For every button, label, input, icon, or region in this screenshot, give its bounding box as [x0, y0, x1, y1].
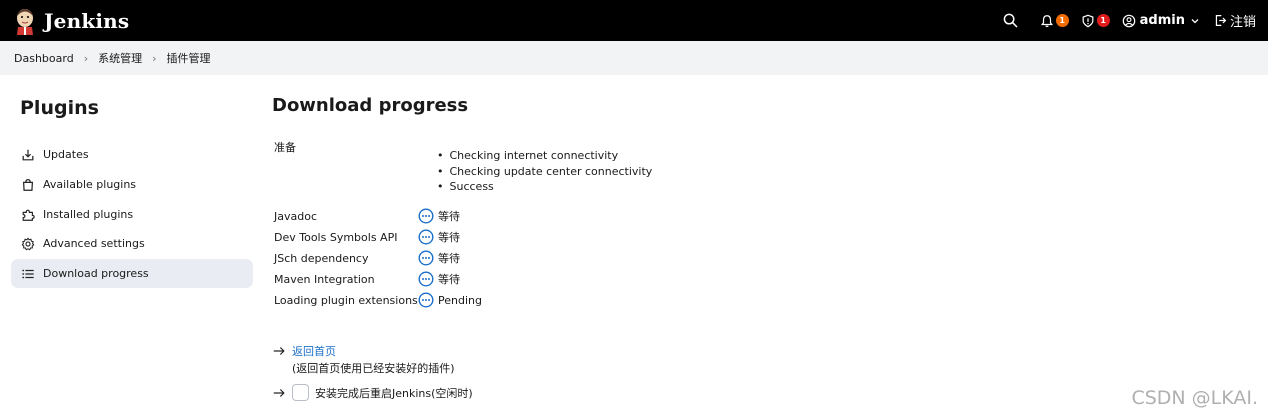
- search-icon: [1003, 13, 1017, 28]
- pending-icon: [418, 250, 434, 266]
- breadcrumb-plugin-management[interactable]: 插件管理: [167, 50, 211, 66]
- shield-icon: [1082, 14, 1094, 27]
- header-actions: 1 1 admin 注销: [989, 0, 1256, 41]
- sidebar-item-installed-plugins[interactable]: Installed plugins: [11, 200, 253, 229]
- plugin-name: Dev Tools Symbols API: [274, 230, 398, 244]
- pending-icon: [418, 271, 434, 287]
- breadcrumb-separator-icon: ›: [83, 51, 89, 65]
- chevron-down-icon: [1191, 18, 1199, 23]
- pending-icon: [418, 292, 434, 308]
- sidebar-item-updates[interactable]: Updates: [11, 140, 253, 169]
- plugin-status: 等待: [438, 273, 460, 286]
- user-name: admin: [1139, 13, 1185, 28]
- logout-button[interactable]: 注销: [1214, 11, 1256, 30]
- plugin-name: JSch dependency: [274, 251, 369, 265]
- plugin-status: Pending: [438, 293, 482, 307]
- plugin-row: Loading plugin extensions Pending: [274, 291, 482, 309]
- restart-row: 安装完成后重启Jenkins(空闲时): [272, 384, 473, 401]
- plugin-row: Maven Integration 等待: [274, 270, 460, 288]
- restart-checkbox-label[interactable]: 安装完成后重启Jenkins(空闲时): [315, 385, 473, 401]
- sidebar-item-label: Download progress: [43, 267, 149, 280]
- list-item: Checking internet connectivity: [437, 148, 652, 164]
- brand-name: Jenkins: [44, 8, 130, 33]
- logout-icon: [1215, 15, 1227, 26]
- user-icon: [1122, 14, 1135, 27]
- prepare-label: 准备: [274, 141, 296, 154]
- plugin-name: Loading plugin extensions: [274, 293, 418, 307]
- list-icon: [22, 269, 34, 278]
- sidebar-item-label: Installed plugins: [43, 208, 134, 221]
- breadcrumb-system-management[interactable]: 系统管理: [98, 50, 142, 66]
- bell-icon: [1040, 14, 1053, 27]
- brand[interactable]: Jenkins: [14, 7, 129, 35]
- plugin-row: Javadoc 等待: [274, 207, 460, 225]
- breadcrumb: Dashboard › 系统管理 › 插件管理: [0, 41, 1268, 75]
- arrow-right-icon: [273, 388, 285, 397]
- notifications-badge: 1: [1055, 14, 1069, 27]
- plugin-row: JSch dependency 等待: [274, 249, 460, 267]
- sidebar-item-label: Available plugins: [43, 178, 137, 191]
- user-menu[interactable]: admin: [1122, 13, 1200, 28]
- search-button[interactable]: [1003, 13, 1018, 28]
- plugin-status: 等待: [438, 210, 460, 223]
- sidebar-item-label: Advanced settings: [43, 237, 145, 250]
- restart-checkbox[interactable]: [292, 384, 309, 401]
- list-item: Checking update center connectivity: [437, 164, 653, 180]
- security-button[interactable]: 1: [1081, 14, 1110, 28]
- connectivity-check-list: Checking internet connectivity Checking …: [437, 148, 653, 195]
- plugin-name: Javadoc: [274, 209, 317, 223]
- list-item: Success: [437, 179, 652, 195]
- back-to-home-link[interactable]: 返回首页: [292, 343, 336, 359]
- plugin-name: Maven Integration: [274, 272, 375, 286]
- plugin-status: 等待: [438, 252, 460, 265]
- watermark: CSDN @LKAI.: [1131, 387, 1258, 409]
- sidebar-item-download-progress[interactable]: Download progress: [11, 259, 253, 288]
- sidebar-item-advanced-settings[interactable]: Advanced settings: [11, 229, 253, 258]
- puzzle-icon: [22, 209, 35, 221]
- sidebar-title: Plugins: [20, 97, 99, 119]
- security-badge: 1: [1096, 14, 1110, 27]
- plugin-row: Dev Tools Symbols API 等待: [274, 228, 460, 246]
- sidebar-item-label: Updates: [43, 148, 89, 161]
- page-title: Download progress: [272, 95, 469, 116]
- breadcrumb-separator-icon: ›: [152, 51, 157, 65]
- shopping-bag-icon: [22, 178, 34, 191]
- notifications-button[interactable]: 1: [1040, 14, 1069, 28]
- home-link-note: (返回首页使用已经安装好的插件): [292, 362, 455, 375]
- download-icon: [22, 149, 34, 160]
- plugin-status: 等待: [438, 231, 460, 244]
- breadcrumb-dashboard[interactable]: Dashboard: [14, 52, 74, 65]
- pending-icon: [418, 229, 434, 245]
- jenkins-logo-icon: [17, 8, 33, 35]
- pending-icon: [418, 208, 434, 224]
- sidebar-item-available-plugins[interactable]: Available plugins: [11, 170, 253, 199]
- gear-icon: [21, 236, 35, 250]
- arrow-right-icon: [273, 347, 285, 355]
- logout-label: 注销: [1229, 15, 1256, 30]
- top-header: Jenkins 1 1 admin 注销: [0, 0, 1268, 41]
- home-link-row: 返回首页: [272, 343, 336, 359]
